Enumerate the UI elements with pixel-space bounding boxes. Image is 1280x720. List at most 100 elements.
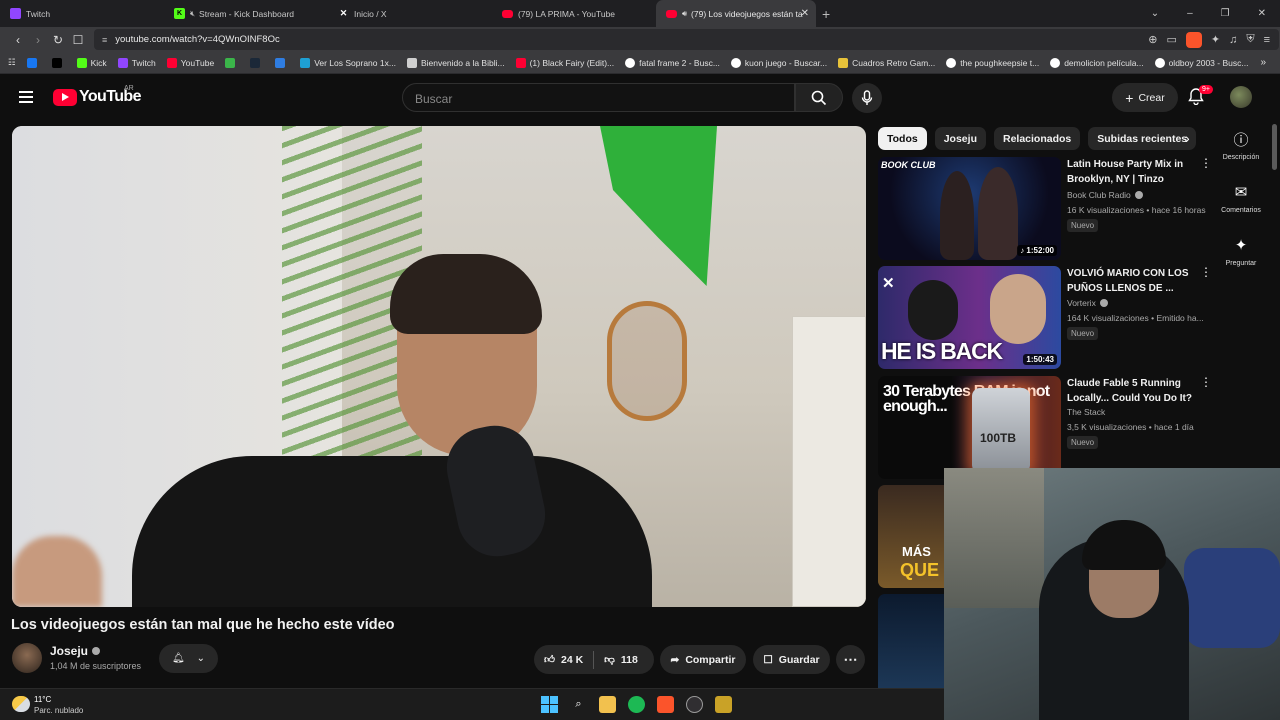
search-input[interactable]: Buscar: [402, 83, 795, 112]
apps-icon[interactable]: ☷: [8, 57, 16, 68]
subscription-notifications-button[interactable]: 🔔︎ ⌄: [159, 644, 218, 673]
bookmark-item[interactable]: demolicion película...: [1050, 57, 1144, 68]
bookmark-item[interactable]: Ver Los Soprano 1x...: [300, 57, 396, 68]
back-icon[interactable]: ‹: [8, 33, 28, 47]
video-thumbnail[interactable]: ✕ HE IS BACK 1:50:43: [878, 266, 1061, 369]
brave-icon[interactable]: [657, 696, 674, 713]
bookmark-item[interactable]: Cuadros Retro Gam...: [838, 57, 935, 68]
bookmark-item[interactable]: fatal frame 2 - Busc...: [625, 57, 720, 68]
chip-channel[interactable]: Joseju: [934, 127, 986, 150]
google-icon: [1050, 57, 1061, 68]
rec-channel[interactable]: Book Club Radio: [1067, 190, 1143, 200]
tab-twitch[interactable]: Twitch: [0, 0, 164, 27]
youtube-logo[interactable]: YouTube AR: [53, 85, 141, 106]
bookmark-item[interactable]: [275, 57, 289, 68]
rec-title[interactable]: VOLVIÓ MARIO CON LOS PUÑOS LLENOS DE ...: [1067, 266, 1209, 296]
media-icon[interactable]: ♫: [1229, 34, 1237, 46]
new-tab-icon[interactable]: +: [822, 6, 830, 22]
more-vertical-icon[interactable]: ⋮: [1200, 157, 1212, 169]
bookmark-item[interactable]: the poughkeepsie t...: [946, 57, 1039, 68]
rec-title[interactable]: Latin House Party Mix in Brooklyn, NY | …: [1067, 157, 1209, 187]
hamburger-menu-icon[interactable]: [19, 91, 33, 103]
folder-icon[interactable]: [599, 696, 616, 713]
minimize-icon[interactable]: –: [1187, 8, 1193, 19]
recommendation-item[interactable]: 30 Terabytes RAM is not enough... 100TB …: [878, 376, 1212, 481]
weather-description[interactable]: Parc. nublado: [34, 706, 83, 715]
more-vertical-icon[interactable]: ⋮: [1200, 376, 1212, 388]
video-thumbnail[interactable]: BOOK CLUB ♪ 1:52:00: [878, 157, 1061, 260]
rec-channel[interactable]: Vorterix: [1067, 298, 1108, 308]
search-icon[interactable]: ⌕: [570, 696, 587, 713]
spotify-icon[interactable]: [628, 696, 645, 713]
page-scrollbar[interactable]: [1272, 124, 1277, 170]
weather-icon[interactable]: [12, 696, 30, 712]
brave-shields-icon[interactable]: [1185, 31, 1202, 48]
bookmark-item[interactable]: kuon juego - Buscar...: [730, 57, 827, 68]
like-dislike-group: 👍︎ 24 K 👎︎ 118: [534, 645, 654, 674]
ask-button[interactable]: ✦ Preguntar: [1212, 236, 1270, 267]
zoom-icon[interactable]: ⊕: [1148, 33, 1157, 46]
maximize-icon[interactable]: ❐: [1221, 8, 1230, 19]
speaker-icon[interactable]: 🔊︎: [682, 9, 687, 19]
tab-close-icon[interactable]: ✕: [801, 8, 809, 19]
reload-icon[interactable]: ↻: [48, 33, 68, 47]
more-actions-button[interactable]: ⋯: [836, 645, 865, 674]
account-avatar[interactable]: [1230, 86, 1252, 108]
dislike-button[interactable]: 👎︎ 118: [594, 653, 648, 667]
bookmark-item[interactable]: oldboy 2003 - Busc...: [1154, 57, 1248, 68]
bookmark-item[interactable]: [26, 57, 41, 68]
rec-channel[interactable]: The Stack: [1067, 407, 1105, 417]
extensions-icon[interactable]: ✦: [1211, 33, 1220, 46]
rec-title[interactable]: Claude Fable 5 Running Locally... Could …: [1067, 376, 1209, 406]
share-button[interactable]: ➦ Compartir: [660, 645, 746, 674]
voice-search-button[interactable]: [852, 83, 882, 113]
chip-todos[interactable]: Todos: [878, 127, 927, 150]
tab-list-icon[interactable]: ⌄: [1151, 8, 1159, 19]
chip-recent[interactable]: Subidas recientes: [1088, 127, 1197, 150]
recommendation-item[interactable]: ✕ HE IS BACK 1:50:43 VOLVIÓ MARIO CON LO…: [878, 266, 1212, 371]
like-button[interactable]: 👍︎ 24 K: [534, 653, 593, 667]
obs-icon[interactable]: [686, 696, 703, 713]
bookmark-label: fatal frame 2 - Busc...: [639, 57, 720, 68]
channel-name: Joseju: [50, 644, 89, 658]
bookmark-item[interactable]: [250, 57, 264, 68]
app-icon[interactable]: [715, 696, 732, 713]
tab-x[interactable]: ✕ Inicio / X: [328, 0, 492, 27]
tab-youtube-current[interactable]: 🔊︎ (79) Los videojuegos están ta ✕: [656, 0, 816, 27]
bookmark-item[interactable]: Kick: [76, 57, 107, 68]
description-button[interactable]: ⓘ Descripción: [1212, 130, 1270, 162]
bookmark-item[interactable]: Bienvenido a la Bibli...: [406, 57, 505, 68]
recommendation-item[interactable]: BOOK CLUB ♪ 1:52:00 Latin House Party Mi…: [878, 157, 1212, 262]
site-info-icon[interactable]: ≡: [102, 35, 107, 45]
chip-related[interactable]: Relacionados: [993, 127, 1081, 150]
cast-icon[interactable]: ▭: [1166, 33, 1176, 46]
save-button[interactable]: ☐ Guardar: [753, 645, 830, 674]
url-field[interactable]: ≡ youtube.com/watch?v=4QWnOINF8Oc: [94, 29, 1279, 50]
forward-icon[interactable]: ›: [28, 33, 48, 47]
channel-name-row[interactable]: Joseju: [50, 644, 101, 658]
vpn-icon[interactable]: ⛨: [1246, 33, 1254, 46]
bookmark-item[interactable]: [225, 57, 239, 68]
browser-menu-icon[interactable]: ≡: [1264, 34, 1270, 46]
comments-button[interactable]: ✉ Comentarios: [1212, 183, 1270, 214]
video-thumbnail[interactable]: 30 Terabytes RAM is not enough... 100TB: [878, 376, 1061, 479]
bookmark-item[interactable]: YouTube: [166, 57, 214, 68]
bookmark-icon[interactable]: ☐: [68, 33, 88, 47]
bookmark-item[interactable]: [51, 57, 66, 68]
channel-avatar[interactable]: [12, 643, 42, 673]
more-bookmarks-icon[interactable]: »: [1260, 57, 1266, 68]
thumbnail-text: BOOK CLUB: [881, 160, 936, 170]
tab-youtube-la-prima[interactable]: (79) LA PRIMA - YouTube: [492, 0, 656, 27]
search-button[interactable]: [795, 83, 843, 112]
create-button[interactable]: + Crear: [1112, 83, 1178, 112]
more-vertical-icon[interactable]: ⋮: [1200, 266, 1212, 278]
chevron-right-icon[interactable]: ›: [1185, 130, 1190, 146]
bookmark-item[interactable]: Twitch: [117, 57, 156, 68]
video-player[interactable]: [12, 126, 866, 607]
tab-kick[interactable]: K 🔇︎ Stream - Kick Dashboard: [164, 0, 328, 27]
temperature[interactable]: 11°C: [34, 695, 51, 704]
muted-speaker-icon[interactable]: 🔇︎: [190, 9, 195, 19]
bookmark-item[interactable]: (1) Black Fairy (Edit)...: [515, 57, 614, 68]
close-window-icon[interactable]: ✕: [1258, 8, 1266, 19]
windows-icon[interactable]: [541, 696, 558, 713]
